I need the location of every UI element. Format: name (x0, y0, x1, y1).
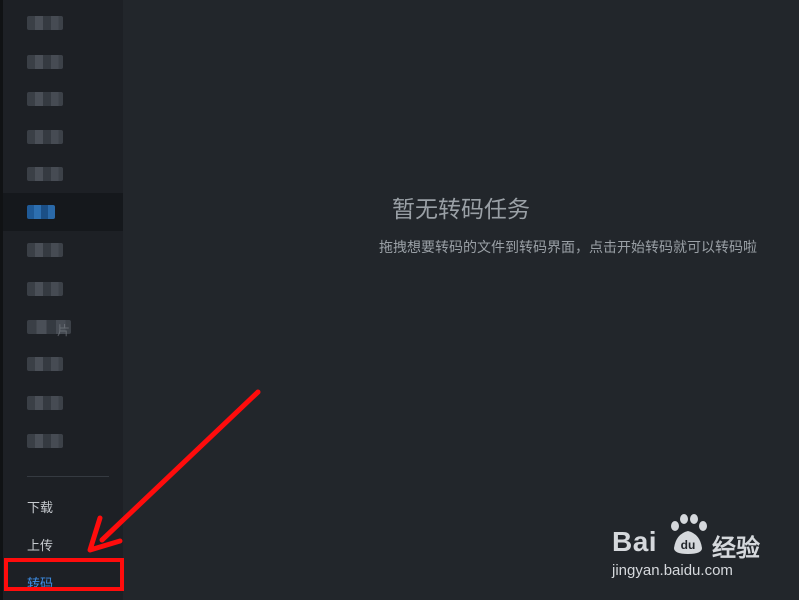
sidebar-item-download[interactable]: 下载 (27, 497, 53, 516)
sidebar: 片 下载 上传 转码 (3, 0, 123, 600)
blurred-label (27, 357, 63, 371)
baidu-jingyan-watermark: Bai du 经验 jingyan.baidu.com (612, 512, 792, 584)
sidebar-divider (27, 476, 109, 477)
sidebar-item-category-10[interactable] (3, 345, 123, 383)
blurred-label (27, 243, 63, 257)
sidebar-item-category-2[interactable] (3, 43, 123, 81)
watermark-brand-suffix: du (681, 538, 696, 552)
sidebar-item-category-5[interactable] (3, 155, 123, 193)
sidebar-item-category-7[interactable] (3, 231, 123, 269)
blurred-label (27, 16, 63, 30)
blurred-label (27, 130, 63, 144)
blurred-label (27, 396, 63, 410)
sidebar-item-suffix: 片 (57, 324, 71, 339)
watermark-brand: Bai (612, 526, 658, 557)
sidebar-item-category-9[interactable]: 片 (3, 308, 123, 346)
blurred-label (27, 55, 63, 69)
paw-icon: du (671, 514, 707, 554)
sidebar-item-category-12[interactable] (3, 422, 123, 460)
empty-state-title: 暂无转码任务 (392, 197, 530, 223)
blurred-label (27, 92, 63, 106)
watermark-product: 经验 (712, 534, 760, 562)
sidebar-item-upload[interactable]: 上传 (27, 535, 53, 554)
sidebar-item-category-3[interactable] (3, 80, 123, 118)
transcode-panel: 暂无转码任务 拖拽想要转码的文件到转码界面，点击开始转码就可以转码啦 (123, 0, 799, 600)
annotation-highlight-box (4, 558, 124, 591)
sidebar-item-category-1[interactable] (3, 4, 123, 42)
sidebar-item-category-6-active[interactable] (3, 193, 123, 231)
blurred-label (27, 205, 55, 219)
empty-state-description: 拖拽想要转码的文件到转码界面，点击开始转码就可以转码啦 (379, 240, 757, 256)
blurred-label (27, 434, 63, 448)
sidebar-item-category-11[interactable] (3, 384, 123, 422)
blurred-label (27, 282, 63, 296)
sidebar-item-category-4[interactable] (3, 118, 123, 156)
watermark-url: jingyan.baidu.com (612, 562, 733, 579)
sidebar-item-category-8[interactable] (3, 270, 123, 308)
blurred-label (27, 167, 63, 181)
